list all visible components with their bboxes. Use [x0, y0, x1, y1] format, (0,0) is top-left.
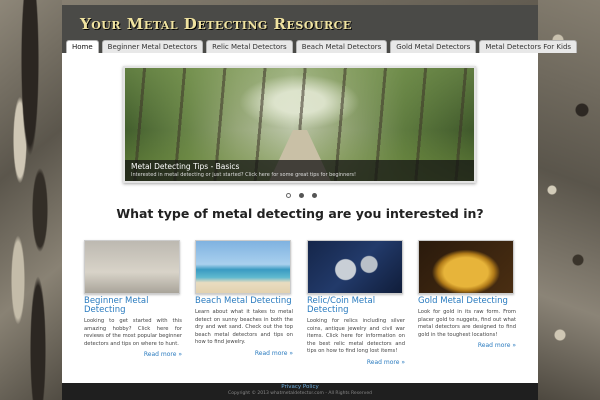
- featured-slider[interactable]: Metal Detecting Tips - Basics Interested…: [123, 66, 476, 183]
- background-right: [538, 0, 600, 400]
- card-text: Learn about what it takes to metal detec…: [195, 309, 293, 346]
- nav-tab-beach[interactable]: Beach Metal Detectors: [295, 40, 388, 53]
- slider-dot-2[interactable]: [299, 193, 304, 198]
- card-title[interactable]: Beginner Metal Detecting: [84, 297, 182, 315]
- section-heading: What type of metal detecting are you int…: [116, 206, 484, 221]
- card-beach: Beach Metal Detecting Learn about what i…: [195, 240, 293, 357]
- read-more-link[interactable]: Read more »: [195, 350, 293, 357]
- card-gold: Gold Metal Detecting Look for gold in it…: [418, 240, 516, 349]
- slider-pagination: [286, 193, 317, 198]
- read-more-link[interactable]: Read more »: [307, 359, 405, 366]
- site-title[interactable]: Your Metal Detecting Resource: [80, 15, 352, 33]
- beginner-detecting-image[interactable]: [84, 240, 180, 294]
- slider-caption-title: Metal Detecting Tips - Basics: [131, 162, 240, 171]
- beach-image[interactable]: [195, 240, 291, 294]
- card-title[interactable]: Relic/Coin Metal Detecting: [307, 297, 405, 315]
- slider-dot-3[interactable]: [312, 193, 317, 198]
- card-text: Looking for relics including silver coin…: [307, 318, 405, 355]
- nav-tab-relic[interactable]: Relic Metal Detectors: [206, 40, 293, 53]
- slider-caption-text: Interested in metal detecting or just st…: [131, 172, 356, 178]
- nav-tab-kids[interactable]: Metal Detectors For Kids: [479, 40, 578, 53]
- nav-tab-gold[interactable]: Gold Metal Detectors: [390, 40, 477, 53]
- privacy-policy-link[interactable]: Privacy Policy: [62, 383, 538, 390]
- card-text: Look for gold in its raw form. From plac…: [418, 309, 516, 338]
- card-title[interactable]: Gold Metal Detecting: [418, 297, 516, 306]
- card-relic: Relic/Coin Metal Detecting Looking for r…: [307, 240, 405, 366]
- gold-nugget-image[interactable]: [418, 240, 514, 294]
- nav-tab-beginner[interactable]: Beginner Metal Detectors: [101, 40, 204, 53]
- relic-coins-image[interactable]: [307, 240, 403, 294]
- nav-tab-home[interactable]: Home: [66, 40, 99, 53]
- card-title[interactable]: Beach Metal Detecting: [195, 297, 293, 306]
- read-more-link[interactable]: Read more »: [418, 342, 516, 349]
- slider-dot-1[interactable]: [286, 193, 291, 198]
- card-beginner: Beginner Metal Detecting Looking to get …: [84, 240, 182, 358]
- slider-caption[interactable]: Metal Detecting Tips - Basics Interested…: [125, 160, 474, 181]
- main-content: Metal Detecting Tips - Basics Interested…: [62, 53, 538, 383]
- copyright-text: Copyright © 2013 whatmetaldetector.com -…: [228, 391, 372, 396]
- read-more-link[interactable]: Read more »: [84, 351, 182, 358]
- main-nav: Home Beginner Metal Detectors Relic Meta…: [66, 40, 578, 54]
- card-text: Looking to get started with this amazing…: [84, 318, 182, 347]
- site-footer: Privacy Policy Copyright © 2013 whatmeta…: [62, 383, 538, 400]
- background-left: [0, 0, 62, 400]
